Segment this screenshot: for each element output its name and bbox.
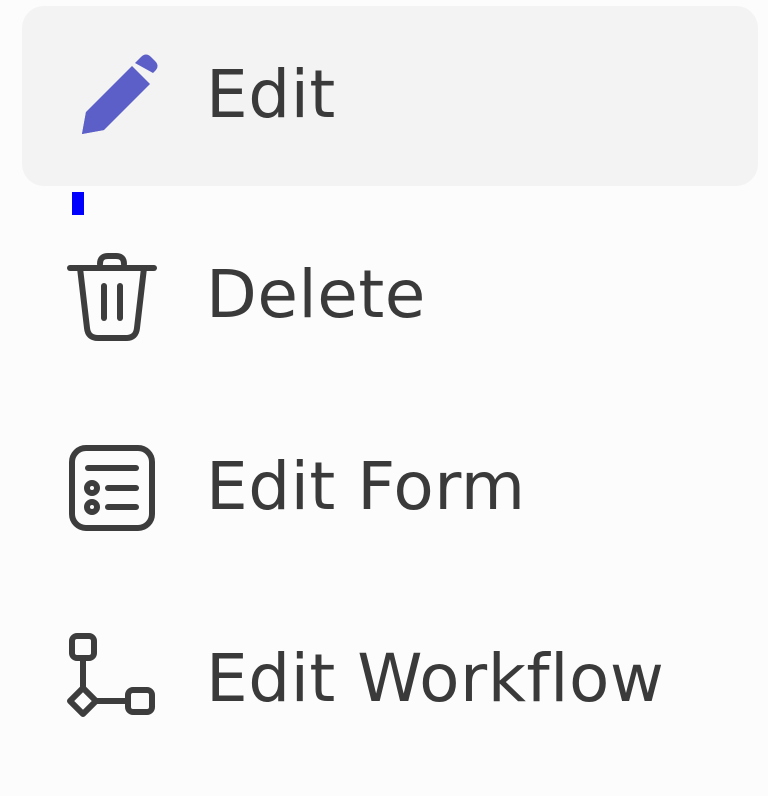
menu-item-delete[interactable]: Delete — [22, 206, 758, 386]
menu-item-edit-workflow[interactable]: Edit Workflow — [22, 590, 758, 770]
menu-item-label: Edit Form — [206, 447, 526, 525]
trash-icon — [62, 246, 162, 346]
pencil-icon — [62, 46, 162, 146]
form-icon — [62, 438, 162, 538]
menu-item-edit-form[interactable]: Edit Form — [22, 398, 758, 578]
menu-item-label: Edit Workflow — [206, 639, 665, 717]
menu-item-edit[interactable]: Edit — [22, 6, 758, 186]
menu-item-label: Delete — [206, 255, 426, 333]
menu-item-label: Edit — [206, 55, 336, 133]
workflow-icon — [62, 630, 162, 730]
context-menu: Edit Delete Edit Form Edit Workflow — [0, 0, 768, 796]
